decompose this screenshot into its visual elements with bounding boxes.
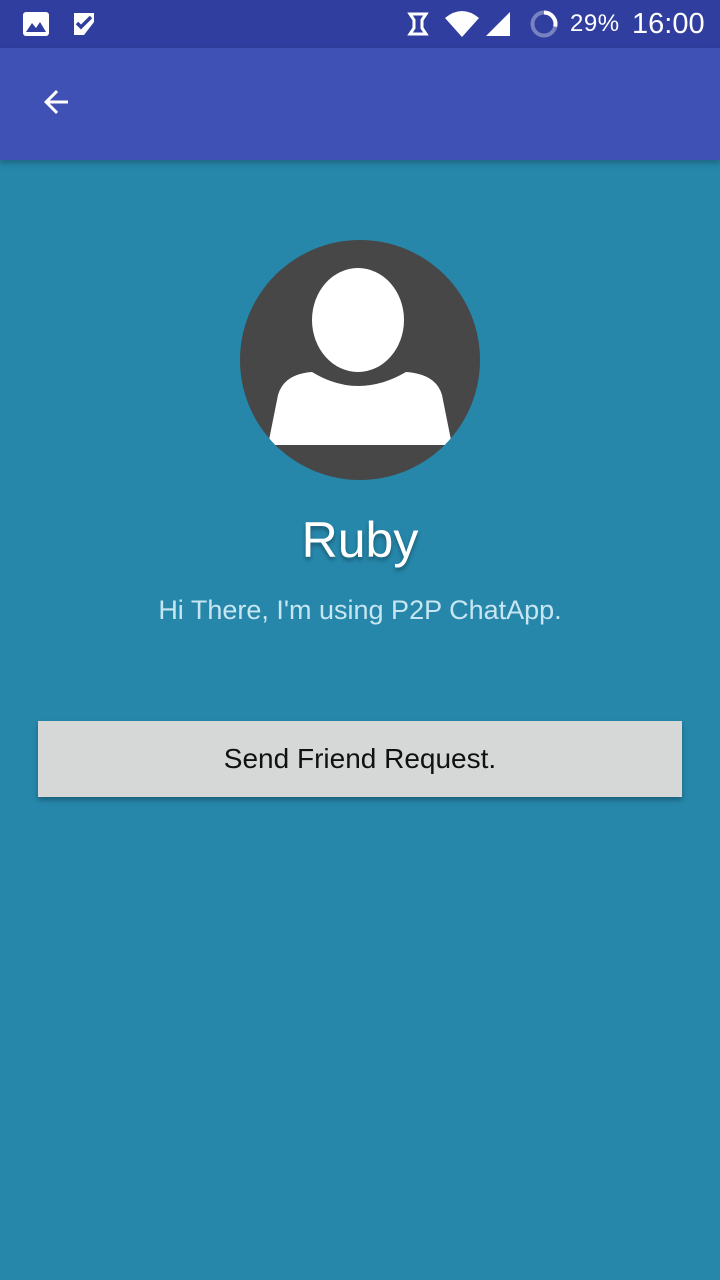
- gallery-icon: [20, 8, 52, 40]
- wifi-icon: [444, 8, 480, 40]
- task-check-icon: [68, 8, 100, 40]
- profile-avatar: [240, 240, 480, 480]
- default-user-avatar-icon: [240, 268, 480, 480]
- profile-name: Ruby: [301, 512, 419, 568]
- status-bar-clock: 16:00: [632, 8, 705, 40]
- send-friend-request-button[interactable]: Send Friend Request.: [38, 721, 682, 797]
- battery-ring-icon: [528, 8, 560, 40]
- status-bar: 29% 16:00: [0, 0, 720, 48]
- back-button[interactable]: [24, 72, 88, 136]
- arrow-back-icon: [38, 84, 74, 125]
- app-bar: [0, 48, 720, 160]
- profile-status: Hi There, I'm using P2P ChatApp.: [158, 595, 562, 625]
- data-saver-icon: [402, 8, 434, 40]
- cell-signal-icon: [482, 8, 514, 40]
- battery-percentage: 29%: [570, 10, 620, 37]
